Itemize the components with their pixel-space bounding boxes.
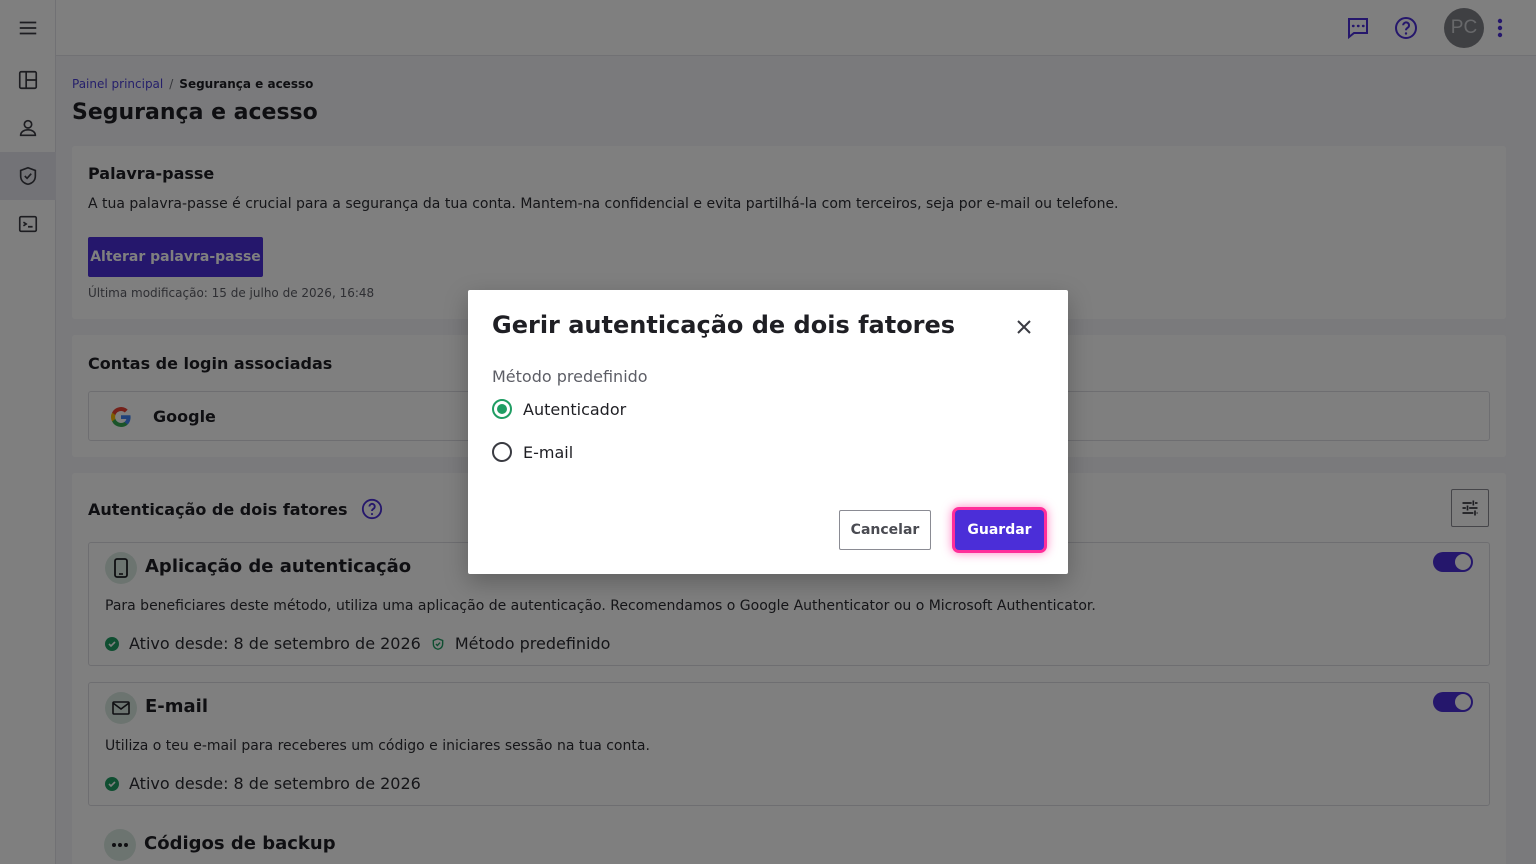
radio-option-authenticator[interactable]: Autenticador bbox=[492, 399, 626, 419]
modal-title: Gerir autenticação de dois fatores bbox=[492, 311, 956, 339]
two-factor-modal: Gerir autenticação de dois fatores Métod… bbox=[468, 290, 1068, 574]
radio-button[interactable] bbox=[492, 399, 512, 419]
radio-option-email[interactable]: E-mail bbox=[492, 442, 573, 462]
radio-button[interactable] bbox=[492, 442, 512, 462]
close-icon bbox=[1017, 320, 1031, 334]
radio-label: E-mail bbox=[523, 442, 574, 462]
radio-label: Autenticador bbox=[523, 399, 627, 419]
cancel-button[interactable]: Cancelar bbox=[839, 510, 931, 550]
close-button[interactable] bbox=[1011, 314, 1037, 340]
default-method-label: Método predefinido bbox=[492, 367, 648, 386]
save-button[interactable]: Guardar bbox=[955, 510, 1044, 550]
